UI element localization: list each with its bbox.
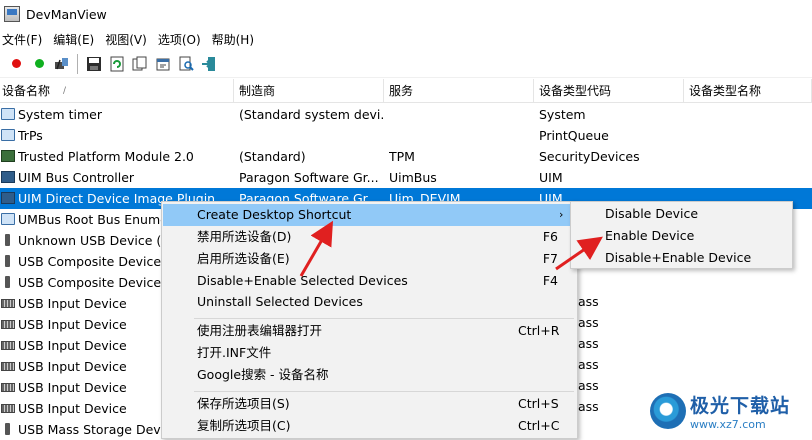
watermark-logo-icon xyxy=(650,392,686,429)
watermark: 极光下载站 www.xz7.com xyxy=(650,382,812,439)
annotation-arrows xyxy=(299,220,603,277)
watermark-name: 极光下载站 xyxy=(690,394,791,417)
annotation-arrow-2 xyxy=(555,236,603,271)
annotation-arrow-1 xyxy=(299,220,334,277)
watermark-url: www.xz7.com xyxy=(690,417,766,431)
